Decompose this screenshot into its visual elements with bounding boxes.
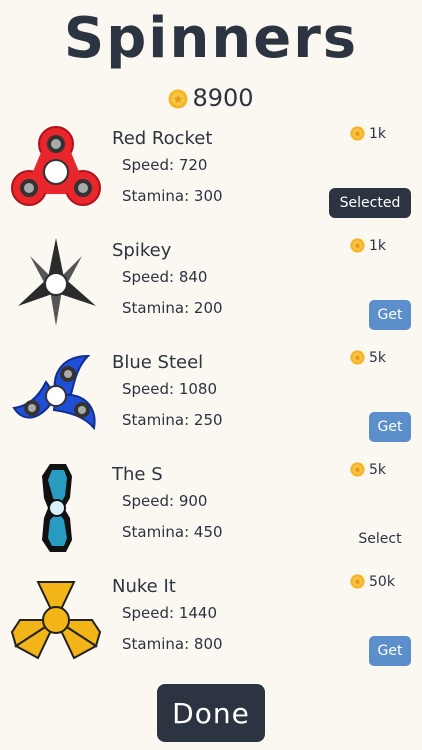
select-button[interactable]: Select <box>348 524 412 554</box>
spikey-spinner-icon <box>18 238 96 326</box>
selected-button[interactable]: Selected <box>329 188 411 218</box>
spinner-price: 5k <box>350 462 386 478</box>
spinner-row-the-s: The S Speed: 900 Stamina: 450 5k Select <box>0 462 422 574</box>
spinner-price-value: 1k <box>369 126 387 142</box>
get-button[interactable]: Get <box>369 300 411 330</box>
spinner-stamina: Stamina: 800 <box>122 635 223 653</box>
coin-icon <box>350 574 365 589</box>
spinner-stamina: Stamina: 450 <box>122 523 223 541</box>
spinner-price: 5k <box>350 350 386 366</box>
coin-icon <box>350 238 365 253</box>
get-button[interactable]: Get <box>369 636 411 666</box>
blue-steel-spinner-icon <box>12 354 96 431</box>
spinner-price: 1k <box>350 126 386 142</box>
spinner-price-value: 1k <box>369 238 387 254</box>
coin-icon <box>350 462 365 477</box>
spinner-price-value: 5k <box>369 350 387 366</box>
red-rocket-spinner-icon <box>11 126 101 206</box>
coin-icon <box>350 350 365 365</box>
spinner-speed: Speed: 720 <box>122 156 208 174</box>
spinner-name: Spikey <box>112 240 172 261</box>
spinner-name: The S <box>112 464 163 485</box>
coin-icon <box>350 126 365 141</box>
spinner-speed: Speed: 900 <box>122 492 208 510</box>
spinner-price: 50k <box>350 574 395 590</box>
done-button[interactable]: Done <box>157 684 265 742</box>
spinner-price: 1k <box>350 238 386 254</box>
spinner-speed: Speed: 1440 <box>122 604 218 622</box>
spinner-row-nuke-it: Nuke It Speed: 1440 Stamina: 800 50k Get <box>0 574 422 686</box>
spinner-row-blue-steel: Blue Steel Speed: 1080 Stamina: 250 5k G… <box>0 350 422 462</box>
coin-icon <box>168 89 188 109</box>
spinner-name: Blue Steel <box>112 352 204 373</box>
spinner-stamina: Stamina: 200 <box>122 299 223 317</box>
spinner-price-value: 5k <box>369 462 387 478</box>
page-title: Spinners <box>63 6 359 71</box>
spinner-row-spikey: Spikey Speed: 840 Stamina: 200 1k Get <box>0 238 422 350</box>
nuke-it-spinner-icon <box>10 581 102 660</box>
spinner-name: Red Rocket <box>112 128 213 149</box>
spinner-stamina: Stamina: 250 <box>122 411 223 429</box>
spinner-speed: Speed: 840 <box>122 268 208 286</box>
spinner-speed: Speed: 1080 <box>122 380 218 398</box>
coin-balance-value: 8900 <box>192 84 254 112</box>
the-s-spinner-icon <box>42 464 72 552</box>
spinner-stamina: Stamina: 300 <box>122 187 223 205</box>
spinner-price-value: 50k <box>369 574 395 590</box>
get-button[interactable]: Get <box>369 412 411 442</box>
coin-balance: 8900 <box>0 84 422 112</box>
spinner-row-red-rocket: Red Rocket Speed: 720 Stamina: 300 1k Se… <box>0 126 422 238</box>
spinner-name: Nuke It <box>112 576 176 597</box>
